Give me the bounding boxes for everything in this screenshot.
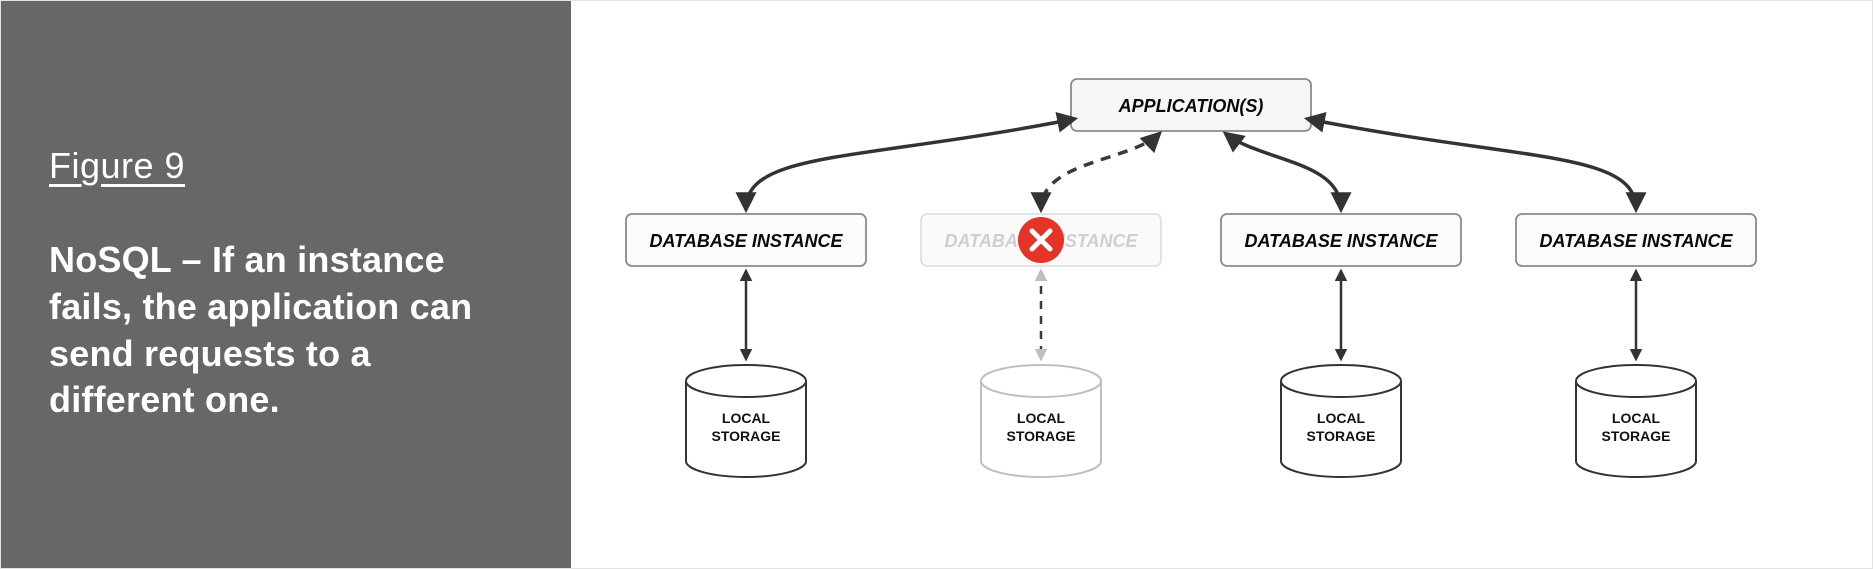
figure-label: Figure 9 xyxy=(49,145,523,187)
connector-app-db4 xyxy=(1308,119,1636,209)
connector-app-db3 xyxy=(1226,134,1341,209)
db-instance-1-label: DATABASE INSTANCE xyxy=(650,231,844,251)
error-icon xyxy=(1018,217,1064,263)
db-instance-4-label: DATABASE INSTANCE xyxy=(1540,231,1734,251)
db-instance-1: DATABASE INSTANCE xyxy=(626,214,866,266)
application-node: APPLICATION(S) xyxy=(1071,79,1311,131)
diagram-svg: APPLICATION(S) DATABASE INSTANCE DATABAS… xyxy=(571,1,1872,568)
figure-description: NoSQL – If an instance fails, the applic… xyxy=(49,237,523,424)
storage-4-label-line1: LOCAL xyxy=(1612,410,1661,426)
application-label: APPLICATION(S) xyxy=(1118,96,1264,116)
storage-3-label-line1: LOCAL xyxy=(1317,410,1366,426)
storage-4-label-line2: STORAGE xyxy=(1602,428,1671,444)
storage-2-label-line1: LOCAL xyxy=(1017,410,1066,426)
storage-2-label-line2: STORAGE xyxy=(1007,428,1076,444)
diagram-panel: APPLICATION(S) DATABASE INSTANCE DATABAS… xyxy=(571,1,1872,568)
connector-app-db2 xyxy=(1041,134,1159,209)
storage-1: LOCAL STORAGE xyxy=(686,365,806,477)
storage-3: LOCAL STORAGE xyxy=(1281,365,1401,477)
figure-container: Figure 9 NoSQL – If an instance fails, t… xyxy=(0,0,1873,569)
storage-4: LOCAL STORAGE xyxy=(1576,365,1696,477)
db-instance-2: DATABASE INSTANCE xyxy=(921,214,1161,266)
db-instance-4: DATABASE INSTANCE xyxy=(1516,214,1756,266)
storage-1-label-line1: LOCAL xyxy=(722,410,771,426)
db-instance-3-label: DATABASE INSTANCE xyxy=(1245,231,1439,251)
db-instance-3: DATABASE INSTANCE xyxy=(1221,214,1461,266)
storage-3-label-line2: STORAGE xyxy=(1307,428,1376,444)
storage-1-label-line2: STORAGE xyxy=(712,428,781,444)
connector-app-db1 xyxy=(746,119,1074,209)
caption-panel: Figure 9 NoSQL – If an instance fails, t… xyxy=(1,1,571,568)
storage-2: LOCAL STORAGE xyxy=(981,365,1101,477)
